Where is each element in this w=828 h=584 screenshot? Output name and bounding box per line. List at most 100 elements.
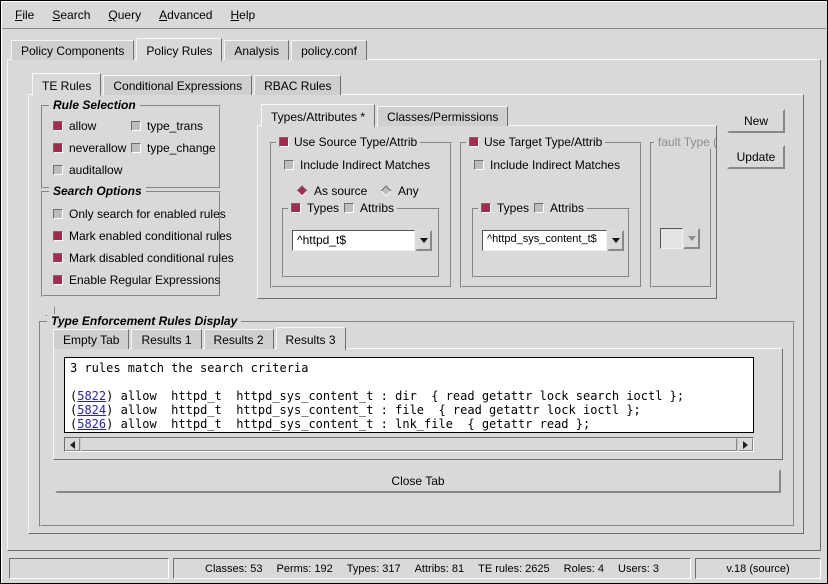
rule-text: allow httpd_t httpd_sys_content_t : lnk_… bbox=[113, 417, 590, 431]
checkbox-target-include-indirect[interactable]: Include Indirect Matches bbox=[474, 158, 620, 172]
rules-display-frame: Type Enforcement Rules Display Empty Tab… bbox=[39, 321, 795, 527]
chevron-down-icon bbox=[683, 228, 700, 249]
tab-results-3[interactable]: Results 3 bbox=[276, 327, 346, 351]
tab-policy-rules[interactable]: Policy Rules bbox=[136, 38, 222, 62]
checkbox-label: Mark enabled conditional rules bbox=[69, 229, 232, 243]
arrow-right-icon bbox=[743, 441, 748, 449]
rule-text: allow httpd_t httpd_sys_content_t : file… bbox=[113, 403, 640, 417]
checkbox-source-types[interactable]: Types bbox=[291, 201, 339, 215]
checkbox-enable-regex[interactable]: Enable Regular Expressions bbox=[53, 273, 220, 287]
rule-text: allow httpd_t httpd_sys_content_t : dir … bbox=[113, 389, 684, 403]
radio-any[interactable]: Any bbox=[380, 184, 419, 198]
rules-display-title: Type Enforcement Rules Display bbox=[47, 314, 241, 328]
search-options-title: Search Options bbox=[49, 184, 146, 198]
tab-conditional-expressions[interactable]: Conditional Expressions bbox=[103, 75, 252, 95]
checkbox-type-change[interactable]: type_change bbox=[131, 141, 216, 155]
tab-policy-components[interactable]: Policy Components bbox=[11, 40, 134, 60]
menu-file[interactable]: File bbox=[6, 5, 43, 25]
source-type-combobox[interactable]: ^httpd_t$ bbox=[292, 230, 432, 251]
tab-results-1[interactable]: Results 1 bbox=[131, 329, 201, 349]
target-types-attribs-header: Types Attribs bbox=[478, 201, 587, 215]
chevron-down-icon bbox=[420, 238, 428, 243]
checkbox-label: auditallow bbox=[69, 163, 122, 177]
tab-types-attributes[interactable]: Types/Attributes * bbox=[261, 104, 375, 128]
checkbox-neverallow[interactable]: neverallow bbox=[53, 141, 126, 155]
checkbox-mark-enabled-conditional[interactable]: Mark enabled conditional rules bbox=[53, 229, 232, 243]
checkbox-icon bbox=[53, 143, 63, 153]
tab-analysis[interactable]: Analysis bbox=[224, 40, 289, 60]
target-type-combobox[interactable]: ^httpd_sys_content_t$ bbox=[482, 230, 624, 251]
new-button[interactable]: New bbox=[727, 109, 785, 133]
menu-query[interactable]: Query bbox=[99, 5, 150, 25]
radio-icon bbox=[380, 185, 391, 196]
query-tabrow: Types/Attributes * Classes/Permissions bbox=[261, 104, 510, 126]
source-type-value[interactable]: ^httpd_t$ bbox=[292, 230, 415, 251]
checkbox-use-source-type[interactable]: Use Source Type/Attrib bbox=[276, 135, 420, 149]
app-window: File Search Query Advanced Help Policy C… bbox=[0, 0, 828, 584]
rule-number-link[interactable]: 5824 bbox=[77, 403, 106, 417]
stat-classes: Classes: 53 bbox=[205, 563, 262, 575]
checkbox-label: Only search for enabled rules bbox=[69, 207, 226, 221]
stat-attribs: Attribs: 81 bbox=[415, 563, 465, 575]
checkbox-source-attribs[interactable]: Attribs bbox=[344, 201, 394, 215]
types-attributes-panel: Use Source Type/Attrib Include Indirect … bbox=[257, 125, 717, 299]
statusbar-version: v.18 (source) bbox=[695, 558, 821, 579]
chevron-down-icon[interactable] bbox=[607, 230, 624, 251]
checkbox-use-target-type[interactable]: Use Target Type/Attrib bbox=[466, 135, 605, 149]
scrollbar-thumb[interactable] bbox=[81, 438, 737, 451]
checkbox-icon bbox=[53, 165, 63, 175]
tab-rbac-rules[interactable]: RBAC Rules bbox=[254, 75, 341, 95]
sub-tabrow: TE Rules Conditional Expressions RBAC Ru… bbox=[32, 73, 343, 95]
close-tab-button[interactable]: Close Tab bbox=[55, 469, 781, 493]
checkbox-target-types[interactable]: Types bbox=[481, 201, 529, 215]
checkbox-icon bbox=[481, 203, 491, 213]
menu-search[interactable]: Search bbox=[43, 5, 99, 25]
horizontal-scrollbar[interactable] bbox=[64, 437, 754, 452]
radio-icon bbox=[296, 185, 307, 196]
stat-roles: Roles: 4 bbox=[564, 563, 604, 575]
main-panel: TE Rules Conditional Expressions RBAC Ru… bbox=[7, 59, 821, 551]
menu-help[interactable]: Help bbox=[221, 5, 264, 25]
results-textarea[interactable]: 3 rules match the search criteria (5822)… bbox=[64, 357, 754, 433]
checkbox-icon bbox=[131, 121, 141, 131]
arrow-left-icon bbox=[70, 441, 75, 449]
rule-number-link[interactable]: 5826 bbox=[77, 417, 106, 431]
blank-line bbox=[70, 375, 748, 389]
checkbox-auditallow[interactable]: auditallow bbox=[53, 163, 122, 177]
radio-as-source[interactable]: As source bbox=[296, 184, 367, 198]
checkbox-icon bbox=[279, 137, 289, 147]
rule-number-link[interactable]: 5822 bbox=[77, 389, 106, 403]
checkbox-only-enabled-rules[interactable]: Only search for enabled rules bbox=[53, 207, 226, 221]
tab-te-rules[interactable]: TE Rules bbox=[32, 73, 101, 97]
checkbox-icon bbox=[534, 203, 544, 213]
checkbox-label: Attribs bbox=[550, 201, 584, 215]
stat-te-rules: TE rules: 2625 bbox=[478, 563, 550, 575]
target-type-value[interactable]: ^httpd_sys_content_t$ bbox=[482, 230, 607, 251]
policy-version: v.18 (source) bbox=[726, 563, 789, 575]
menubar: File Search Query Advanced Help bbox=[2, 2, 826, 30]
checkbox-icon bbox=[474, 160, 484, 170]
tab-results-2[interactable]: Results 2 bbox=[204, 329, 274, 349]
scroll-left-button[interactable] bbox=[65, 438, 80, 451]
tab-classes-permissions[interactable]: Classes/Permissions bbox=[377, 106, 508, 126]
stat-perms: Perms: 192 bbox=[277, 563, 333, 575]
menu-advanced[interactable]: Advanced bbox=[150, 5, 221, 25]
update-button[interactable]: Update bbox=[727, 145, 785, 169]
checkbox-label: Types bbox=[307, 201, 339, 215]
results-summary: 3 rules match the search criteria bbox=[70, 361, 748, 375]
tab-policy-conf[interactable]: policy.conf bbox=[291, 40, 367, 60]
checkbox-type-trans[interactable]: type_trans bbox=[131, 119, 203, 133]
checkbox-target-attribs[interactable]: Attribs bbox=[534, 201, 584, 215]
checkbox-allow[interactable]: allow bbox=[53, 119, 96, 133]
checkbox-icon bbox=[291, 203, 301, 213]
checkbox-source-include-indirect[interactable]: Include Indirect Matches bbox=[284, 158, 430, 172]
checkbox-mark-disabled-conditional[interactable]: Mark disabled conditional rules bbox=[53, 251, 234, 265]
tab-empty[interactable]: Empty Tab bbox=[53, 329, 129, 349]
target-type-frame: Use Target Type/Attrib Include Indirect … bbox=[460, 142, 642, 288]
checkbox-icon bbox=[53, 275, 63, 285]
scroll-right-button[interactable] bbox=[738, 438, 753, 451]
radio-label: Any bbox=[398, 184, 419, 198]
target-types-attribs-frame: Types Attribs ^httpd_sys_content_t$ bbox=[472, 208, 630, 278]
checkbox-label: Use Source Type/Attrib bbox=[294, 135, 417, 149]
combobox-dropdown-button[interactable] bbox=[415, 230, 432, 251]
